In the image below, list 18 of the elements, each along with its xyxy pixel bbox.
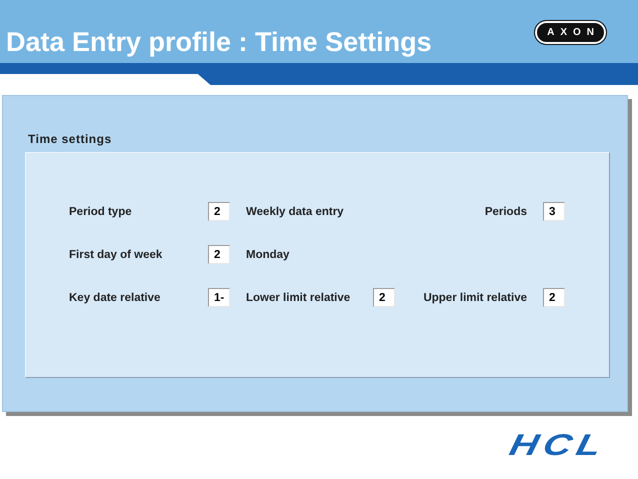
input-field[interactable]: 2 <box>208 245 230 264</box>
field-label: First day of week <box>69 248 162 260</box>
field-label: Key date relative <box>69 292 160 304</box>
input-field[interactable]: 3 <box>543 202 565 221</box>
group-title: Time settings <box>28 132 113 146</box>
field-label: Periods <box>484 206 527 218</box>
field-description: Monday <box>246 248 290 260</box>
field-label: Period type <box>69 206 132 218</box>
input-field[interactable]: 1- <box>208 288 230 307</box>
footer-logo: HCL <box>506 428 610 462</box>
field-description: Weekly data entry <box>246 206 345 218</box>
input-field[interactable]: 2 <box>208 202 230 221</box>
logo: AXON <box>535 21 606 44</box>
field-label: Lower limit relative <box>246 292 350 304</box>
field-label: Upper limit relative <box>423 292 527 304</box>
input-field[interactable]: 2 <box>543 288 565 307</box>
input-field[interactable]: 2 <box>373 288 395 307</box>
slide-title: Data Entry profile : Time Settings <box>6 27 432 57</box>
